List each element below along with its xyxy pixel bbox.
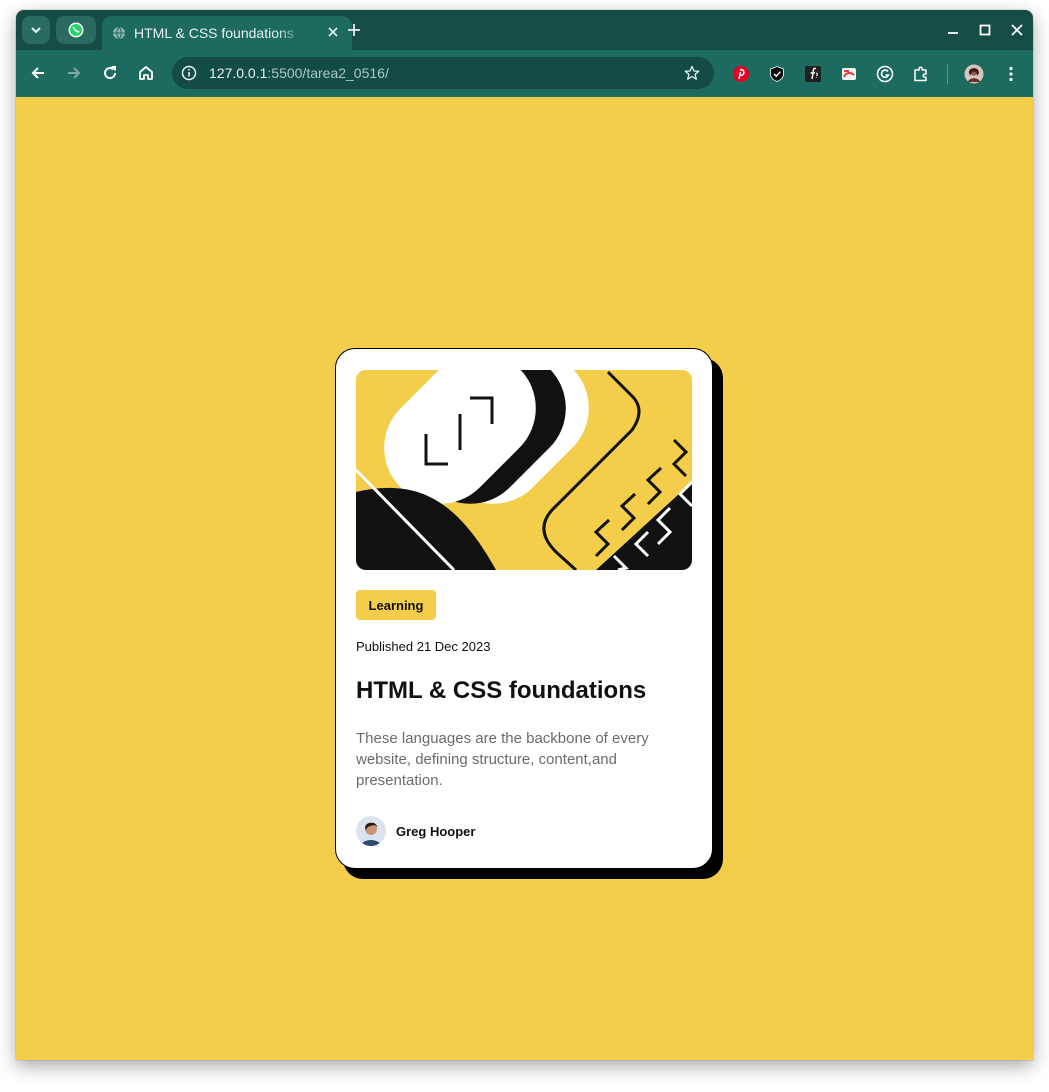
avatar — [356, 816, 386, 846]
url-path: :5500/tarea2_0516/ — [267, 65, 389, 81]
window-close-icon[interactable] — [1009, 22, 1025, 38]
browser-toolbar: 127.0.0.1:5500/tarea2_0516/ — [16, 50, 1033, 97]
card-description: These languages are the backbone of ever… — [356, 730, 649, 789]
screenshot-extension-icon[interactable] — [840, 65, 858, 83]
author-name: Greg Hooper — [396, 823, 476, 839]
author-row: Greg Hooper — [356, 815, 475, 847]
author-avatar-icon — [356, 816, 386, 846]
chevron-down-icon — [31, 27, 41, 34]
grammarly-icon[interactable] — [876, 65, 894, 83]
browser-window: HTML & CSS foundations 127.0.0.1:5500/ta… — [16, 10, 1033, 1060]
url-host: 127.0.0.1 — [209, 65, 268, 81]
minimize-icon[interactable] — [945, 22, 961, 38]
menu-dots-icon[interactable] — [1002, 65, 1020, 83]
extensions-puzzle-icon[interactable] — [912, 65, 930, 83]
forward-arrow-icon[interactable] — [64, 63, 84, 83]
reload-icon[interactable] — [100, 63, 120, 83]
title-bar: HTML & CSS foundations — [16, 10, 1033, 50]
illustration-graphic — [356, 370, 692, 570]
tab-title: HTML & CSS foundations — [134, 25, 294, 41]
back-arrow-icon[interactable] — [28, 63, 48, 83]
whatsapp-icon — [68, 22, 84, 38]
page-viewport: Learning Published 21 Dec 2023 HTML & CS… — [16, 97, 1033, 1060]
new-tab-icon[interactable] — [346, 22, 362, 38]
pinned-tab-whatsapp[interactable] — [56, 16, 96, 44]
url-text: 127.0.0.1:5500/tarea2_0516/ — [209, 65, 389, 81]
published-date: Published 21 Dec 2023 — [356, 639, 491, 654]
close-icon[interactable] — [326, 25, 340, 39]
site-info-icon[interactable] — [181, 65, 197, 81]
address-bar[interactable]: 127.0.0.1:5500/tarea2_0516/ — [172, 57, 714, 89]
card-illustration — [356, 370, 692, 570]
blog-preview-card: Learning Published 21 Dec 2023 HTML & CS… — [335, 348, 713, 869]
shield-icon[interactable] — [768, 65, 786, 83]
home-icon[interactable] — [136, 63, 156, 83]
globe-icon — [113, 26, 125, 40]
font-identifier-icon[interactable] — [804, 65, 822, 83]
toolbar-divider — [947, 64, 948, 84]
category-badge: Learning — [356, 590, 436, 620]
card-title[interactable]: HTML & CSS foundations — [356, 677, 646, 705]
pinterest-icon[interactable] — [732, 65, 750, 83]
active-tab[interactable]: HTML & CSS foundations — [102, 16, 352, 50]
bookmark-star-icon[interactable] — [684, 65, 700, 81]
profile-avatar-icon[interactable] — [964, 64, 984, 84]
tab-search-button[interactable] — [22, 16, 50, 44]
maximize-icon[interactable] — [977, 22, 993, 38]
